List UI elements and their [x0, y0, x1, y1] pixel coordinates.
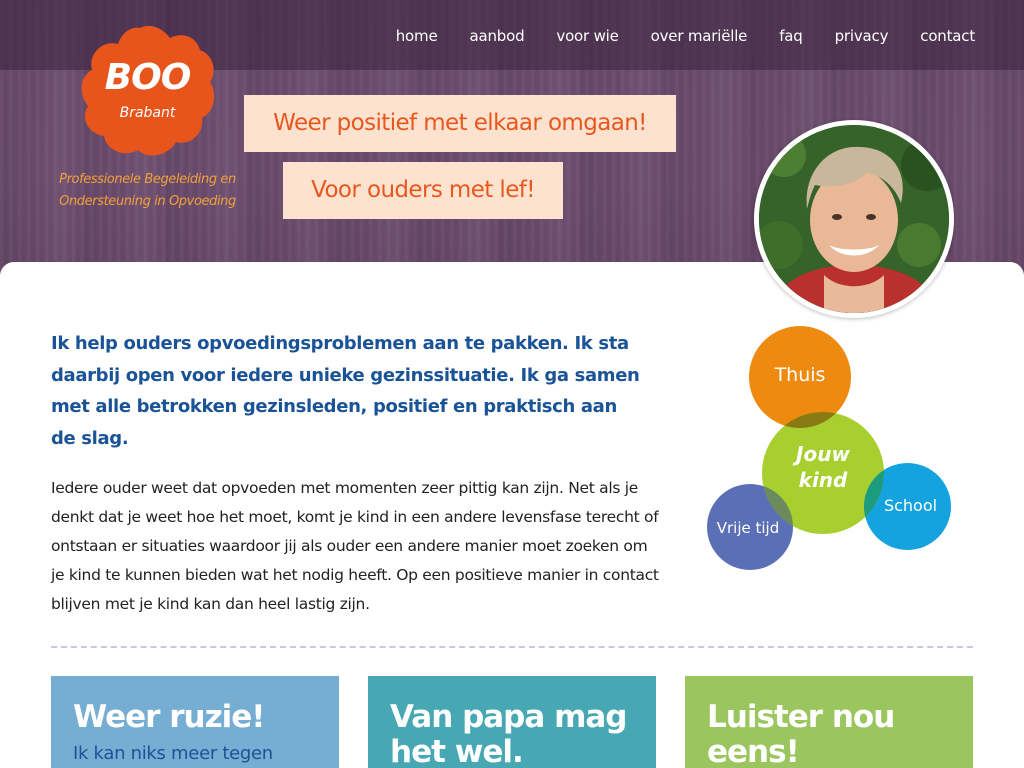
nav-item-faq[interactable]: faq — [779, 27, 803, 45]
card-title: Van papa mag het wel. — [390, 699, 628, 768]
intro-lead: Ik help ouders opvoedingsproblemen aan t… — [51, 333, 640, 449]
portrait-illustration — [759, 125, 949, 313]
card-luister-nou[interactable]: Luister nou eens! — [685, 676, 973, 768]
label-jouw-kind-2: kind — [798, 468, 848, 492]
logo-title[interactable]: BOO — [100, 60, 195, 96]
nav-item-contact[interactable]: contact — [920, 27, 975, 45]
nav-item-home[interactable]: home — [396, 27, 438, 45]
slogan-positive: Weer positief met elkaar omgaan! — [244, 95, 676, 152]
main-navigation: home aanbod voor wie over mariëlle faq p… — [364, 27, 975, 45]
tagline-line-1: Professionele Begeleiding en — [59, 172, 236, 187]
nav-item-over-marielle[interactable]: over mariëlle — [651, 27, 748, 45]
label-jouw-kind-1: Jouw — [796, 442, 850, 466]
card-subtitle: Ik kan niks meer tegen — [73, 743, 273, 764]
card-title: Weer ruzie! — [73, 699, 265, 735]
card-weer-ruzie[interactable]: Weer ruzie! Ik kan niks meer tegen — [51, 676, 339, 768]
tagline: Professionele Begeleiding en Ondersteuni… — [40, 169, 255, 213]
tagline-line-2: Ondersteuning in Opvoeding — [59, 194, 236, 209]
life-areas-diagram: Thuis Jouw kind School Vrije tijd — [700, 320, 960, 580]
intro-body: Iedere ouder weet dat opvoeden met momen… — [51, 479, 659, 613]
slogan-parents: Voor ouders met lef! — [283, 162, 563, 219]
logo-subtitle[interactable]: Brabant — [100, 105, 195, 121]
nav-item-voor-wie[interactable]: voor wie — [556, 27, 618, 45]
section-divider — [51, 646, 973, 648]
label-thuis: Thuis — [774, 364, 826, 386]
label-school: School — [883, 496, 938, 515]
card-van-papa[interactable]: Van papa mag het wel. — [368, 676, 656, 768]
nav-item-aanbod[interactable]: aanbod — [469, 27, 524, 45]
portrait-photo — [754, 120, 954, 318]
label-vrije-tijd: Vrije tijd — [716, 519, 780, 537]
card-title: Luister nou eens! — [707, 699, 895, 768]
nav-item-privacy[interactable]: privacy — [835, 27, 889, 45]
